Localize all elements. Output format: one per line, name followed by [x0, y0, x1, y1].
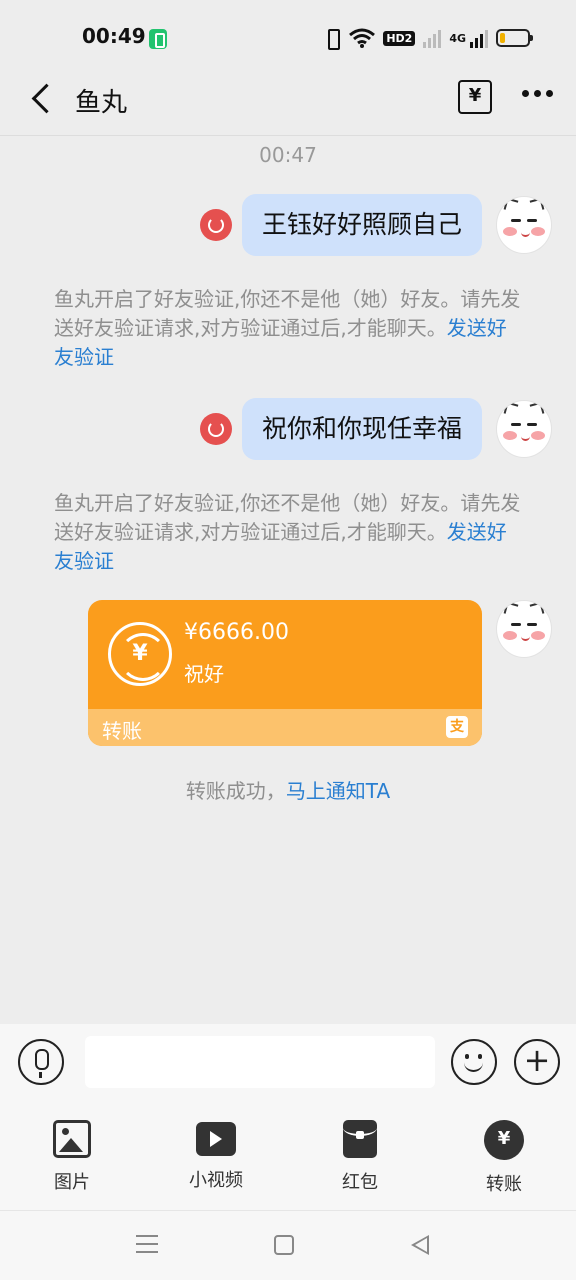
transfer-note: 祝好 [184, 662, 224, 686]
transfer-card[interactable]: ¥ ¥6666.00 祝好 转账 支 [88, 600, 482, 746]
notify-link[interactable]: 马上通知TA [286, 779, 390, 803]
video-icon [196, 1122, 236, 1156]
plus-button[interactable]: + [514, 1039, 560, 1085]
transfer-amount: ¥6666.00 [184, 620, 289, 645]
avatar[interactable] [496, 196, 552, 254]
alipay-icon: 支 [446, 716, 468, 738]
tool-label: 小视频 [189, 1170, 243, 1191]
red-packet-icon [343, 1120, 377, 1158]
message-row: 王钰好好照顾自己 [199, 194, 552, 256]
network-type: 4G [449, 31, 466, 45]
tool-red-packet[interactable]: 红包 [288, 1120, 432, 1200]
vibrate-icon [323, 27, 341, 50]
wifi-icon [349, 28, 376, 48]
back-button[interactable] [26, 82, 60, 118]
transfer-icon: ¥ [484, 1120, 524, 1160]
tool-image[interactable]: 图片 [0, 1120, 144, 1200]
chat-title: 鱼丸 [75, 88, 128, 118]
resend-icon[interactable] [199, 413, 232, 445]
verification-notice: 鱼丸开启了好友验证,你还不是他（她）好友。请先发送好友验证请求,对方验证通过后,… [54, 489, 524, 576]
back-icon[interactable] [411, 1235, 429, 1255]
image-icon [53, 1120, 91, 1158]
transfer-label: 转账 [102, 719, 142, 743]
message-row: 祝你和你现任幸福 [199, 398, 552, 460]
message-timestamp: 00:47 [259, 143, 317, 167]
transfer-currency-icon: ¥ [108, 622, 172, 686]
battery-icon [496, 29, 533, 47]
battery-saver-icon [149, 29, 167, 49]
message-bubble[interactable]: 王钰好好照顾自己 [241, 194, 482, 256]
tool-label: 图片 [54, 1172, 90, 1193]
tool-label: 转账 [486, 1174, 522, 1195]
tool-video[interactable]: 小视频 [144, 1120, 288, 1200]
voice-button[interactable] [18, 1039, 64, 1085]
tool-transfer[interactable]: ¥ 转账 [432, 1120, 576, 1200]
input-area: + 图片 小视频 红包 ¥ 转账 [0, 1024, 576, 1210]
signal-strong-icon [470, 28, 488, 48]
resend-icon[interactable] [199, 209, 232, 241]
chat-header: 鱼丸 ¥ [0, 68, 576, 136]
message-bubble[interactable]: 祝你和你现任幸福 [241, 398, 482, 460]
transfer-message-row: ¥ ¥6666.00 祝好 转账 支 [88, 600, 552, 746]
tool-row: 图片 小视频 红包 ¥ 转账 [0, 1120, 576, 1200]
home-icon[interactable] [274, 1235, 294, 1255]
transfer-records-button[interactable]: ¥ [458, 80, 492, 114]
emoji-button[interactable] [451, 1039, 497, 1085]
message-input[interactable] [85, 1036, 435, 1088]
verification-notice: 鱼丸开启了好友验证,你还不是他（她）好友。请先发送好友验证请求,对方验证通过后,… [54, 285, 524, 372]
transfer-status-text: 转账成功， [185, 779, 286, 803]
system-nav-bar [0, 1210, 576, 1280]
signal-weak-icon [423, 28, 442, 48]
transfer-footer: 转账 支 [88, 709, 482, 746]
status-bar: 00:49 HD2 4G [0, 0, 576, 68]
more-icon[interactable] [522, 90, 553, 97]
hd-badge: HD2 [383, 30, 416, 46]
menu-icon[interactable] [136, 1235, 158, 1253]
transfer-status: 转账成功，马上通知TA [0, 775, 576, 804]
status-time: 00:49 [82, 24, 146, 48]
tool-label: 红包 [342, 1172, 378, 1193]
status-icons: HD2 4G [323, 27, 533, 50]
avatar[interactable] [496, 400, 552, 458]
avatar[interactable] [496, 600, 552, 658]
